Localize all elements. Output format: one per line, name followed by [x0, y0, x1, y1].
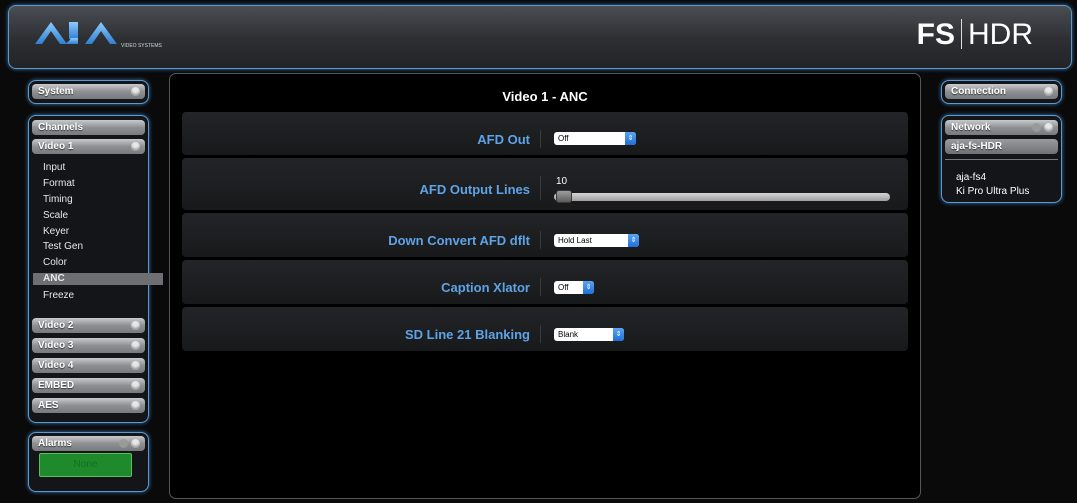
- afd-out-value: Off: [558, 134, 569, 143]
- expand-icon[interactable]: [131, 361, 140, 370]
- row-divider: [540, 278, 541, 296]
- nav-item-format[interactable]: Format: [43, 178, 75, 189]
- connection-button[interactable]: Connection: [945, 84, 1058, 99]
- nav-item-keyer[interactable]: Keyer: [43, 226, 69, 237]
- expand-icon[interactable]: [1044, 123, 1053, 132]
- row-divider: [540, 130, 541, 148]
- nav-item-scale[interactable]: Scale: [43, 210, 68, 221]
- expand-icon[interactable]: [131, 439, 140, 448]
- connection-panel: Connection: [941, 80, 1062, 104]
- expand-icon[interactable]: [131, 87, 140, 96]
- nav-item-timing[interactable]: Timing: [43, 194, 73, 205]
- slider-handle[interactable]: [556, 190, 572, 203]
- afd-output-lines-slider[interactable]: [554, 190, 890, 203]
- page-title: Video 1 - ANC: [502, 89, 588, 104]
- setting-label: SD Line 21 Blanking: [405, 327, 530, 342]
- expand-icon[interactable]: [1044, 87, 1053, 96]
- expand-icon[interactable]: [131, 341, 140, 350]
- expand-icon[interactable]: [131, 321, 140, 330]
- main-content: Video 1 - ANC AFD Out Off ⇕ AFD Output L…: [169, 73, 921, 499]
- system-button[interactable]: System: [32, 84, 145, 99]
- chevron-updown-icon: ⇕: [625, 132, 636, 145]
- nav-item-input[interactable]: Input: [43, 162, 65, 173]
- down-convert-afd-value: Hold Last: [558, 236, 592, 245]
- setting-row-sd-line21-blanking: SD Line 21 Blanking Blank ⇕: [182, 307, 908, 351]
- video4-label: Video 4: [38, 360, 74, 371]
- video3-button[interactable]: Video 3: [32, 338, 145, 353]
- expand-icon[interactable]: [131, 401, 140, 410]
- alarms-panel: Alarms None: [28, 432, 149, 492]
- nav-item-test-gen[interactable]: Test Gen: [43, 241, 83, 252]
- product-brand: FS HDR: [917, 18, 1033, 52]
- video3-label: Video 3: [38, 340, 74, 351]
- system-label: System: [38, 86, 74, 97]
- aes-button[interactable]: AES: [32, 398, 145, 413]
- brand-fs: FS: [916, 18, 955, 51]
- settings-icon[interactable]: [119, 439, 128, 448]
- nav-item-color[interactable]: Color: [43, 257, 67, 268]
- chevron-updown-icon: ⇕: [628, 234, 639, 247]
- current-device-label: aja-fs-HDR: [951, 141, 1003, 152]
- setting-label: Caption Xlator: [441, 280, 530, 295]
- nav-item-anc[interactable]: ANC: [33, 273, 163, 285]
- chevron-updown-icon: ⇕: [613, 328, 624, 341]
- video4-button[interactable]: Video 4: [32, 358, 145, 373]
- network-header[interactable]: Network: [945, 120, 1058, 135]
- expand-icon[interactable]: [131, 381, 140, 390]
- embed-button[interactable]: EMBED: [32, 378, 145, 393]
- slider-value: 10: [556, 176, 568, 187]
- sd-line21-blanking-select[interactable]: Blank ⇕: [554, 328, 624, 341]
- aes-label: AES: [38, 400, 59, 411]
- network-panel: Network aja-fs-HDR aja-fs4 Ki Pro Ultra …: [941, 115, 1062, 203]
- row-divider: [540, 325, 541, 343]
- chevron-updown-icon: ⇕: [583, 281, 594, 294]
- sd-line21-blanking-value: Blank: [558, 330, 579, 339]
- video2-button[interactable]: Video 2: [32, 318, 145, 333]
- caption-xlator-value: Off: [558, 283, 569, 292]
- channels-label: Channels: [38, 122, 84, 133]
- setting-row-down-convert-afd: Down Convert AFD dflt Hold Last ⇕: [182, 213, 908, 257]
- embed-label: EMBED: [38, 380, 75, 391]
- brand-divider: [961, 19, 962, 49]
- nav-item-freeze[interactable]: Freeze: [43, 290, 74, 301]
- setting-row-afd-out: AFD Out Off ⇕: [182, 112, 908, 155]
- network-device-item[interactable]: Ki Pro Ultra Plus: [956, 186, 1029, 197]
- setting-label: AFD Output Lines: [419, 182, 531, 197]
- video2-label: Video 2: [38, 320, 74, 331]
- channels-panel: Channels Video 1 Input Format Timing Sca…: [28, 115, 163, 423]
- settings-icon[interactable]: [1032, 123, 1041, 132]
- aja-logo: VIDEO SYSTEMS: [35, 22, 163, 49]
- afd-out-select[interactable]: Off ⇕: [554, 132, 636, 145]
- connection-label: Connection: [951, 86, 1006, 97]
- current-device[interactable]: aja-fs-HDR: [945, 139, 1058, 154]
- row-divider: [540, 231, 541, 249]
- logo-subtext: VIDEO SYSTEMS: [121, 43, 163, 49]
- down-convert-afd-select[interactable]: Hold Last ⇕: [554, 234, 639, 247]
- alarm-status-indicator[interactable]: None: [39, 453, 132, 477]
- setting-label: AFD Out: [477, 132, 530, 147]
- system-panel: System: [28, 80, 149, 104]
- video1-label: Video 1: [38, 141, 74, 152]
- alarms-header[interactable]: Alarms: [32, 436, 145, 451]
- collapse-icon[interactable]: [131, 142, 140, 151]
- alarms-label: Alarms: [38, 438, 72, 449]
- channels-header: Channels: [32, 120, 145, 135]
- setting-row-caption-xlator: Caption Xlator Off ⇕: [182, 260, 908, 304]
- network-device-item[interactable]: aja-fs4: [956, 172, 986, 183]
- brand-hdr: HDR: [968, 18, 1033, 51]
- video1-button[interactable]: Video 1: [32, 139, 145, 154]
- setting-label: Down Convert AFD dflt: [388, 233, 530, 248]
- network-label: Network: [951, 122, 991, 133]
- divider: [945, 159, 1058, 160]
- row-divider: [540, 176, 541, 200]
- caption-xlator-select[interactable]: Off ⇕: [554, 281, 594, 294]
- app-header: VIDEO SYSTEMS FS HDR: [8, 5, 1072, 69]
- setting-row-afd-output-lines: AFD Output Lines 10: [182, 158, 908, 210]
